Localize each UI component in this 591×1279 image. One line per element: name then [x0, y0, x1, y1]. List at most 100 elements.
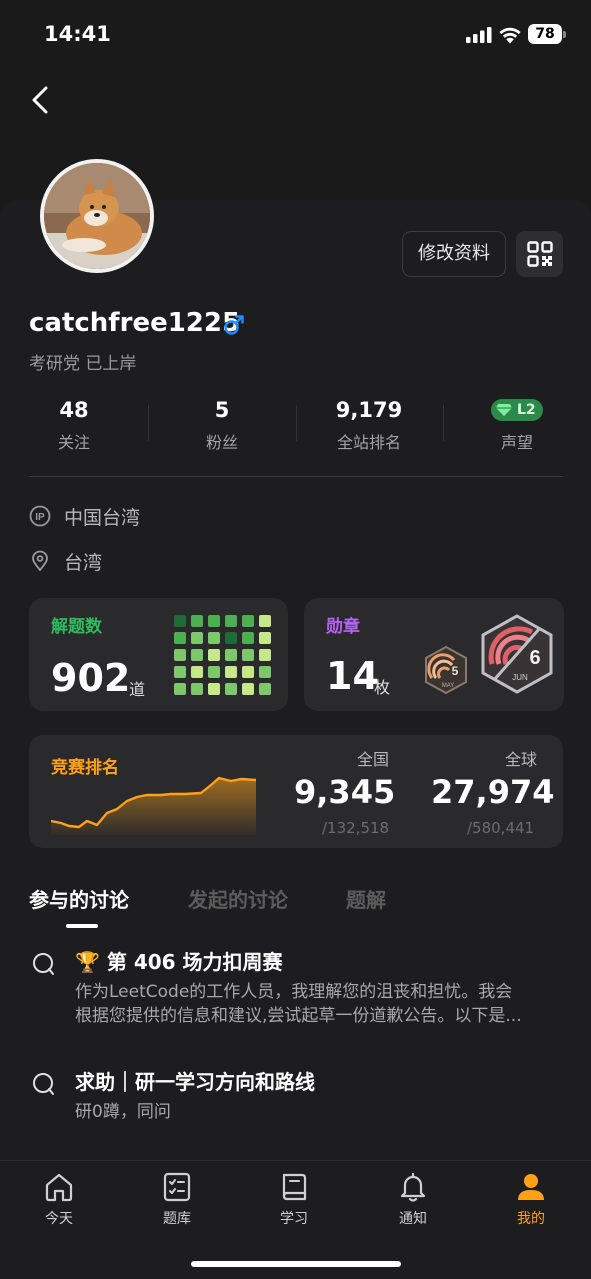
- small-badge-month: MAY: [442, 683, 455, 689]
- solved-count: 902: [51, 656, 131, 700]
- heatmap-cell: [174, 649, 186, 661]
- list-item[interactable]: 🏆 第 406 场力扣周赛 作为LeetCode的工作人员，我理解您的沮丧和担忧…: [29, 946, 563, 1028]
- contest-rating-chart: [51, 776, 256, 835]
- tab-solutions[interactable]: 题解: [346, 884, 386, 913]
- heatmap-cell: [259, 649, 271, 661]
- stat-label: 全站排名: [336, 433, 401, 452]
- heatmap-cell: [225, 683, 237, 695]
- contest-rank-card[interactable]: 竞赛排名 全国 9,345 /132,518 全球 27,974 /580,44…: [29, 735, 563, 848]
- diamond-icon: [496, 404, 512, 416]
- chevron-left-icon: [32, 86, 48, 114]
- jun-daily-badge-icon: 6 JUN: [481, 614, 553, 694]
- tab-participated-discussions[interactable]: 参与的讨论: [29, 884, 129, 913]
- large-badge-month: JUN: [512, 673, 528, 682]
- back-button[interactable]: [22, 80, 62, 120]
- avatar[interactable]: [40, 159, 154, 273]
- heatmap-cell: [242, 615, 254, 627]
- reputation-level-badge: L2: [491, 399, 543, 421]
- bottom-nav: 今天 题库 学习 通知 我的: [0, 1160, 591, 1279]
- heatmap-cell: [191, 615, 203, 627]
- global-total: /580,441: [467, 819, 535, 837]
- edit-profile-button[interactable]: 修改资料: [402, 231, 506, 277]
- stat-following[interactable]: 48 关注: [9, 395, 139, 453]
- activity-heatmap: [174, 615, 274, 697]
- heatmap-cell: [225, 632, 237, 644]
- heatmap-cell: [242, 632, 254, 644]
- tab-started-discussions[interactable]: 发起的讨论: [188, 884, 288, 913]
- wifi-icon: [499, 27, 521, 44]
- status-time: 14:41: [44, 22, 111, 46]
- heatmap-cell: [174, 615, 186, 627]
- nav-notifications[interactable]: 通知: [368, 1171, 458, 1241]
- heatmap-cell: [191, 683, 203, 695]
- stat-label: 关注: [57, 433, 90, 452]
- badge-count: 14: [326, 654, 379, 698]
- solved-title: 解题数: [51, 617, 102, 637]
- comment-icon: [33, 1073, 54, 1095]
- location: 台湾: [64, 552, 103, 574]
- stat-value: 48: [59, 398, 89, 422]
- cellular-signal-icon: [466, 27, 492, 43]
- stat-label: 粉丝: [205, 433, 238, 452]
- stat-value: 9,179: [335, 398, 403, 422]
- discussion-tabs: 参与的讨论 发起的讨论 题解: [29, 884, 563, 934]
- heatmap-cell: [208, 632, 220, 644]
- nav-label: 今天: [45, 1211, 73, 1227]
- heatmap-cell: [191, 632, 203, 644]
- badge-unit: 枚: [374, 678, 391, 697]
- heatmap-cell: [208, 683, 220, 695]
- trophy-icon: 🏆: [75, 950, 100, 974]
- heatmap-cell: [191, 649, 203, 661]
- stat-reputation[interactable]: L2 声望: [452, 395, 582, 453]
- nav-label: 通知: [399, 1211, 427, 1227]
- badge-card[interactable]: 勋章 14 枚 5 MAY 6 JUN: [304, 598, 564, 711]
- nav-me[interactable]: 我的: [486, 1171, 576, 1241]
- svg-text:IP: IP: [35, 512, 45, 523]
- heatmap-cell: [242, 683, 254, 695]
- heatmap-cell: [208, 666, 220, 678]
- heatmap-cell: [174, 683, 186, 695]
- status-bar: 14:41 78: [0, 0, 591, 70]
- large-badge-day: 6: [529, 647, 540, 669]
- ip-location: 中国台湾: [64, 507, 141, 529]
- home-indicator: [191, 1261, 401, 1267]
- heatmap-cell: [259, 683, 271, 695]
- avatar-shiba-dog-photo: [44, 163, 150, 269]
- battery-level: 78: [528, 24, 562, 44]
- list-item[interactable]: 求助｜研一学习方向和路线 研0蹲，同问: [29, 1066, 563, 1126]
- heatmap-cell: [242, 649, 254, 661]
- discussion-title: 🏆 第 406 场力扣周赛: [75, 950, 283, 974]
- discussion-title: 求助｜研一学习方向和路线: [75, 1070, 315, 1094]
- small-badge-day: 5: [452, 664, 459, 678]
- national-rank-label: 全国: [357, 750, 390, 769]
- discussion-excerpt: 作为LeetCode的工作人员，我理解您的沮丧和担忧。我会: [75, 982, 513, 1002]
- comment-icon: [33, 953, 54, 975]
- stat-followers[interactable]: 5 粉丝: [157, 395, 287, 453]
- username: catchfree1225: [29, 308, 241, 338]
- discussion-excerpt: 根据您提供的信息和建议,尝试起草一份道歉公告。以下是...: [75, 1006, 522, 1026]
- heatmap-cell: [225, 615, 237, 627]
- may-daily-badge-icon: 5 MAY: [425, 646, 467, 694]
- national-rank: 9,345: [294, 773, 396, 811]
- stat-label: 声望: [500, 433, 533, 452]
- active-tab-indicator: [66, 924, 98, 928]
- stat-global-rank[interactable]: 9,179 全站排名: [304, 395, 434, 453]
- discussion-excerpt: 研0蹲，同问: [75, 1102, 171, 1122]
- global-rank-label: 全球: [505, 750, 538, 769]
- solved-card[interactable]: 解题数 902 道: [29, 598, 288, 711]
- heatmap-cell: [225, 649, 237, 661]
- heatmap-cell: [259, 632, 271, 644]
- user-icon: [518, 1174, 544, 1200]
- global-rank: 27,974: [431, 773, 555, 811]
- heatmap-cell: [259, 666, 271, 678]
- nav-label: 题库: [163, 1211, 191, 1227]
- qr-code-icon: [527, 241, 553, 267]
- location-pin-icon: [32, 550, 48, 571]
- nav-learn[interactable]: 学习: [249, 1171, 339, 1241]
- nav-problems[interactable]: 题库: [132, 1171, 222, 1241]
- qr-code-button[interactable]: [516, 231, 563, 277]
- bell-icon: [400, 1172, 426, 1202]
- profile-bio: 考研党 已上岸: [29, 354, 137, 374]
- nav-today[interactable]: 今天: [14, 1171, 104, 1241]
- heatmap-cell: [242, 666, 254, 678]
